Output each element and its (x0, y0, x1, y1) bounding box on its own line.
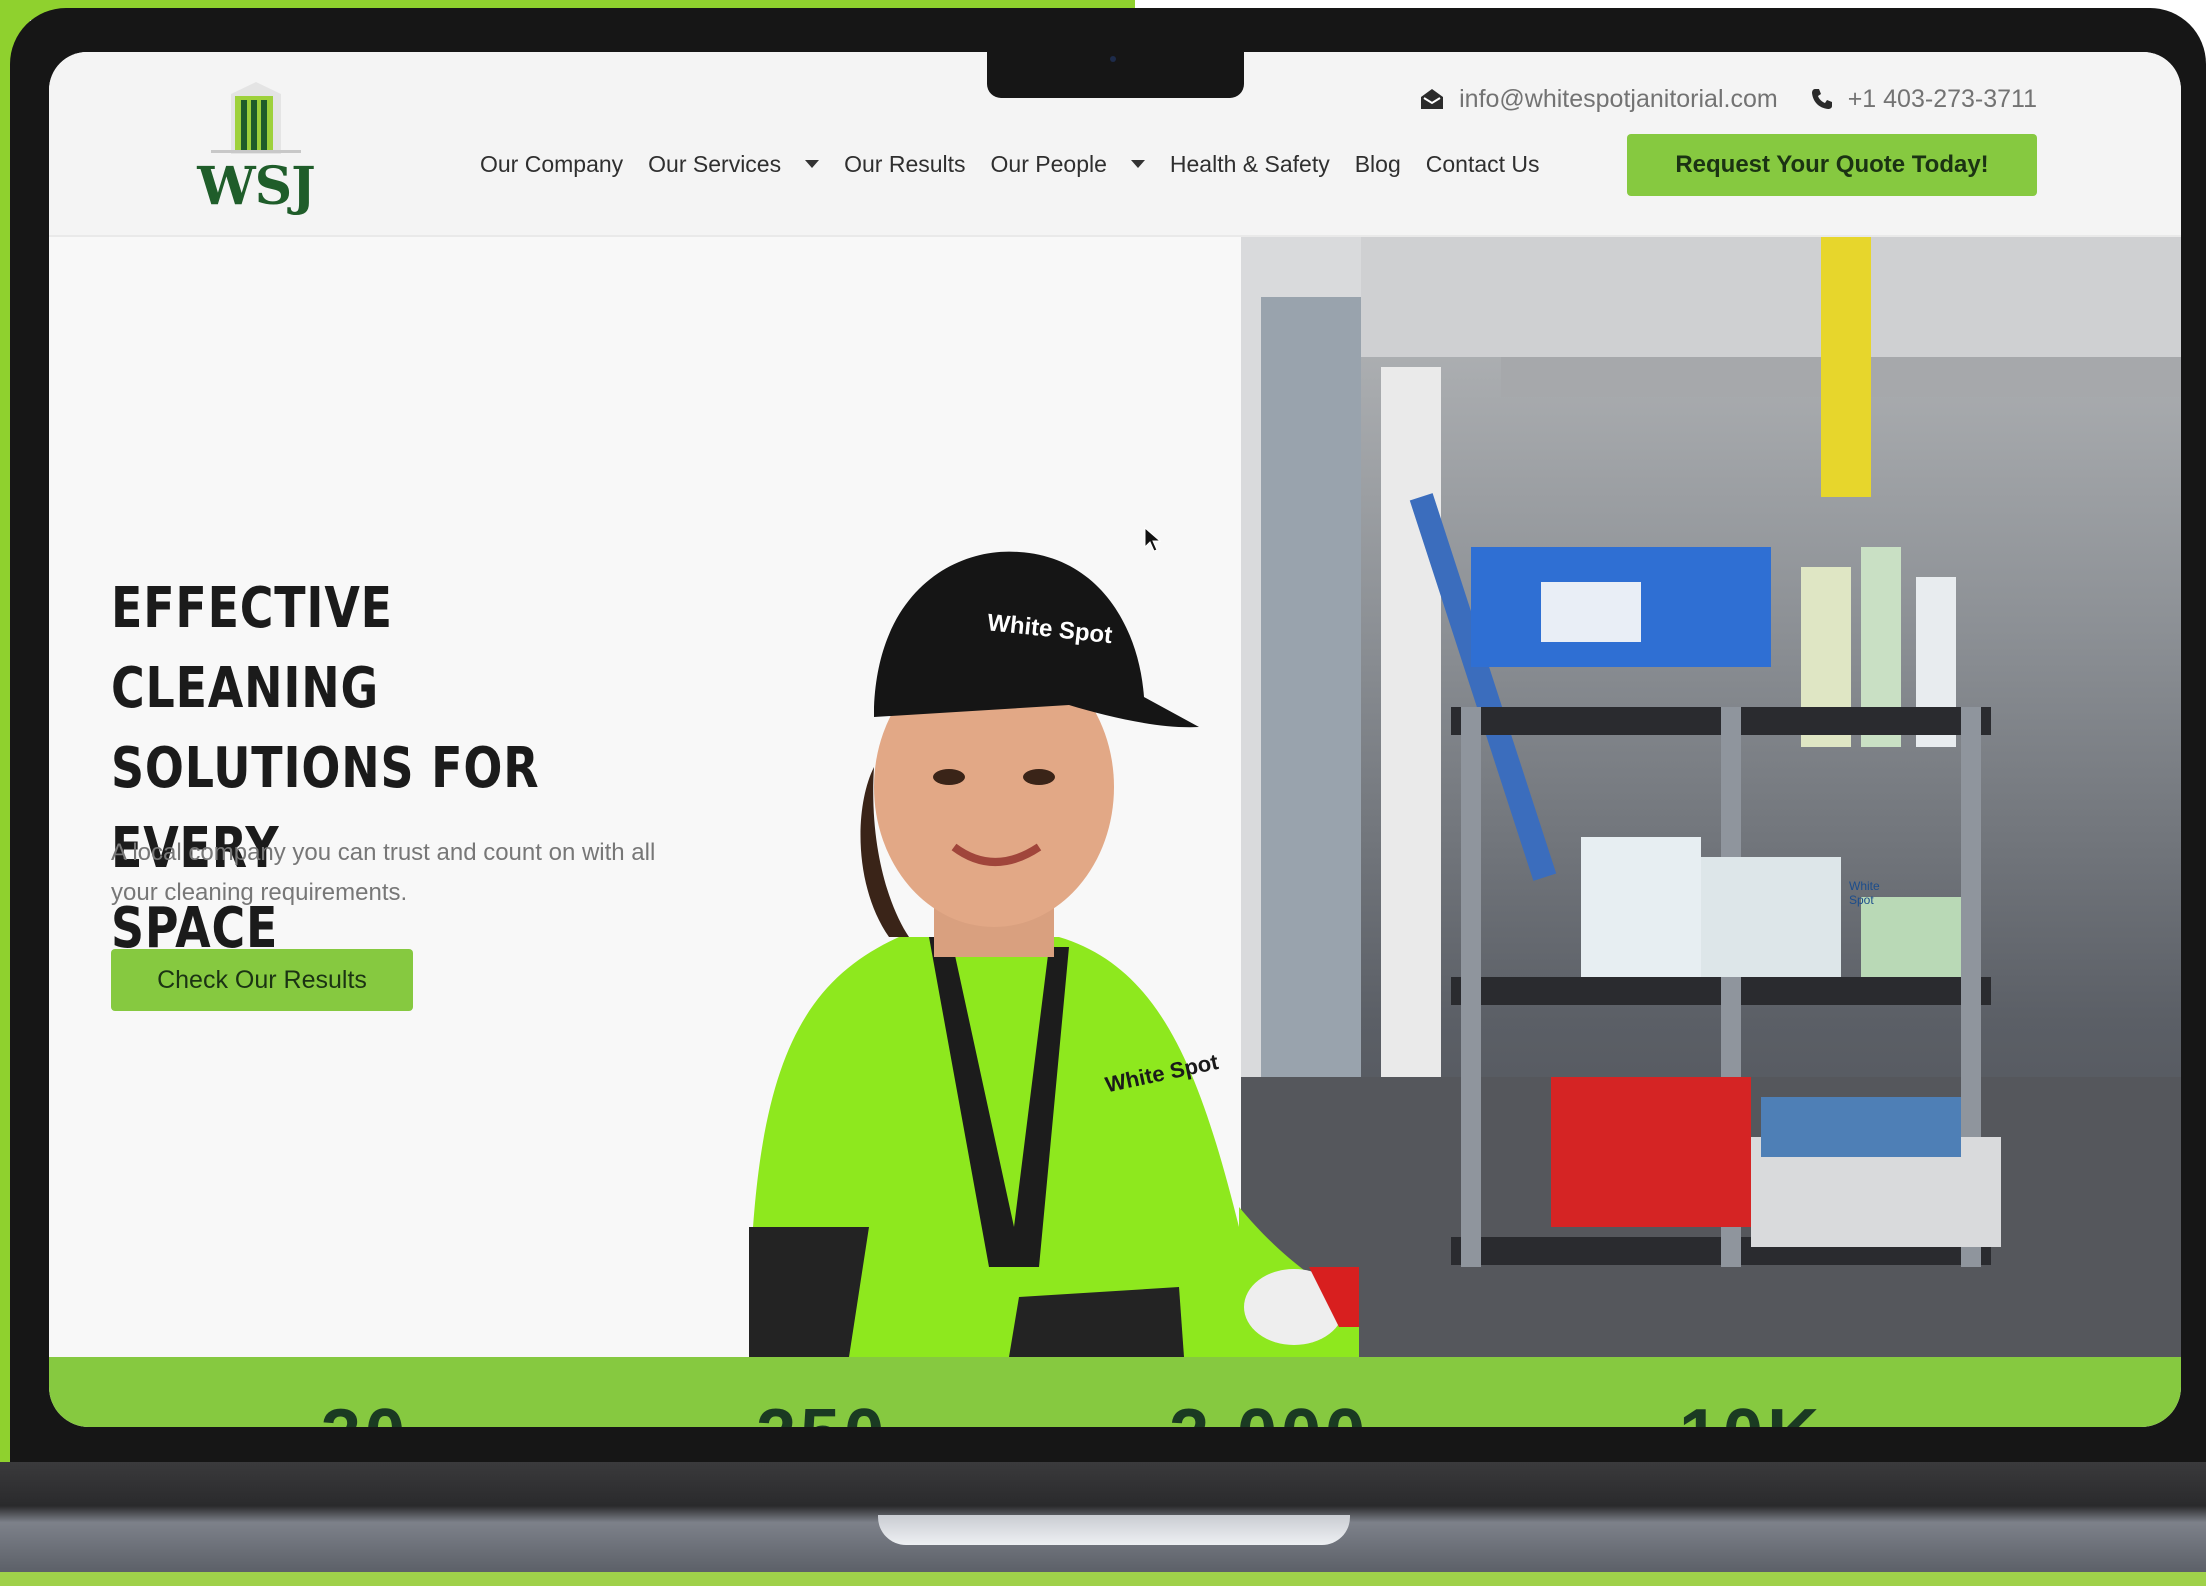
phone-link[interactable]: +1 403-273-3711 (1810, 85, 2037, 114)
cleaning-cart-photo (1241, 237, 2181, 1357)
bucket-logo-text: White Spot (1849, 879, 1880, 907)
company-logo[interactable]: WSJ (181, 74, 331, 224)
browser-screen: WSJ info@whitespotjanitorial.com +1 403-… (49, 52, 2181, 1427)
phone-icon (1811, 89, 1832, 109)
nav-label: Health & Safety (1169, 150, 1330, 177)
logo-wordmark: WSJ (197, 156, 316, 217)
envelope-icon (1421, 89, 1444, 109)
contact-bar: info@whitespotjanitorial.com +1 403-273-… (1419, 82, 2037, 116)
nav-label: Our People (990, 150, 1107, 177)
email-link[interactable]: info@whitespotjanitorial.com (1419, 85, 1778, 114)
stat-number: 30 (321, 1399, 409, 1427)
cursor-icon (1144, 527, 1162, 552)
hero-subtext: A local company you can trust and count … (111, 839, 656, 906)
camera-notch (987, 52, 1244, 98)
nav-our-results[interactable]: Our Results (844, 151, 965, 178)
cleaner-photo: White Spot White Spot White Spot (639, 467, 1880, 1357)
main-navigation: Our Company Our Services Our Results Our… (480, 132, 1540, 196)
nav-our-services[interactable]: Our Services (648, 150, 820, 178)
nav-label: Our Results (844, 150, 966, 177)
nav-blog[interactable]: Blog (1355, 151, 1401, 178)
cleaner-illustration (749, 551, 1359, 1357)
stat-number: 10K (1679, 1399, 1823, 1427)
stat-number: 250 (756, 1399, 888, 1427)
nav-label: Contact Us (1425, 150, 1540, 177)
email-text: info@whitespotjanitorial.com (1459, 84, 1778, 113)
building-logo-icon (211, 82, 301, 154)
cleaning-cart-illustration (1241, 237, 2181, 1357)
laptop-hinge-notch (878, 1515, 1350, 1545)
nav-label: Our Services (648, 150, 782, 177)
request-quote-button[interactable]: Request Your Quote Today! (1627, 134, 2037, 196)
stats-strip: 30 250 2,000 10K (49, 1357, 2181, 1427)
chevron-down-icon (805, 160, 820, 168)
nav-our-people[interactable]: Our People (991, 151, 1145, 178)
nav-health-safety[interactable]: Health & Safety (1170, 151, 1330, 178)
chevron-down-icon (1130, 160, 1145, 168)
stat-number: 2,000 (1169, 1399, 1369, 1427)
nav-label: Our Company (480, 150, 624, 177)
hero-section: White Spot White Spot White Spot EFFECTI… (49, 237, 2181, 1357)
check-results-button[interactable]: Check Our Results (111, 949, 413, 1011)
nav-contact-us[interactable]: Contact Us (1426, 151, 1540, 178)
nav-label: Blog (1354, 150, 1401, 177)
phone-text: +1 403-273-3711 (1847, 84, 2037, 113)
headline-line: EFFECTIVE CLEANING (111, 576, 393, 721)
nav-our-company[interactable]: Our Company (480, 151, 623, 178)
camera-icon (1110, 56, 1116, 62)
laptop-foot (0, 1572, 2206, 1586)
